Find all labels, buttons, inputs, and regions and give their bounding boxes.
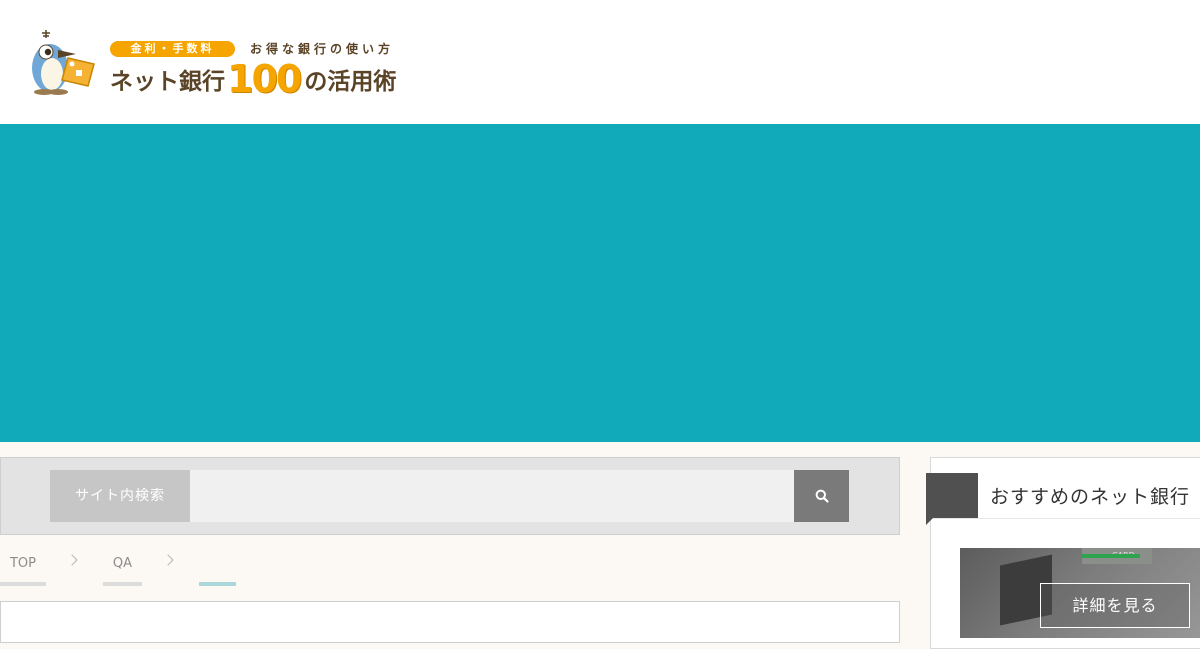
logo-pill-label: 金利・手数料: [110, 41, 235, 57]
chevron-right-icon: [162, 554, 174, 566]
site-logo[interactable]: 金利・手数料 お得な銀行の使い方 ネット銀行100 の活用術: [28, 28, 448, 98]
brand-before: ネット銀行: [110, 69, 225, 95]
search-input[interactable]: [190, 470, 795, 522]
search-label: サイト内検索: [50, 470, 190, 522]
breadcrumb-label: QA: [112, 556, 133, 571]
site-header: 金利・手数料 お得な銀行の使い方 ネット銀行100 の活用術: [0, 0, 1200, 124]
sidebar-divider: [931, 518, 1200, 519]
brand-number: 100: [227, 57, 302, 101]
sidebar-heading-icon: [926, 473, 978, 525]
search-button[interactable]: [794, 470, 849, 522]
breadcrumb-current-underline: [199, 582, 236, 586]
details-button[interactable]: 詳細を見る: [1040, 583, 1190, 628]
chevron-right-icon: [66, 554, 78, 566]
logo-tagline: お得な銀行の使い方: [250, 42, 395, 56]
article-content-box: [0, 601, 900, 643]
search-icon: [815, 489, 829, 503]
site-search: サイト内検索: [0, 457, 900, 535]
breadcrumb-item-top[interactable]: TOP: [0, 548, 46, 586]
breadcrumb: TOP QA: [0, 548, 898, 588]
brand-after: の活用術: [304, 69, 397, 95]
sidebar-title: おすすめのネット銀行: [990, 486, 1191, 508]
breadcrumb-item-qa[interactable]: QA: [103, 548, 142, 586]
logo-brand-title: ネット銀行100 の活用術: [110, 60, 397, 99]
penguin-mascot-icon: [32, 30, 95, 95]
hero-banner: [0, 124, 1200, 442]
breadcrumb-underline: [103, 582, 142, 586]
breadcrumb-label: TOP: [9, 556, 36, 571]
breadcrumb-underline: [0, 582, 46, 586]
card-stripe-graphic: [1082, 554, 1140, 558]
